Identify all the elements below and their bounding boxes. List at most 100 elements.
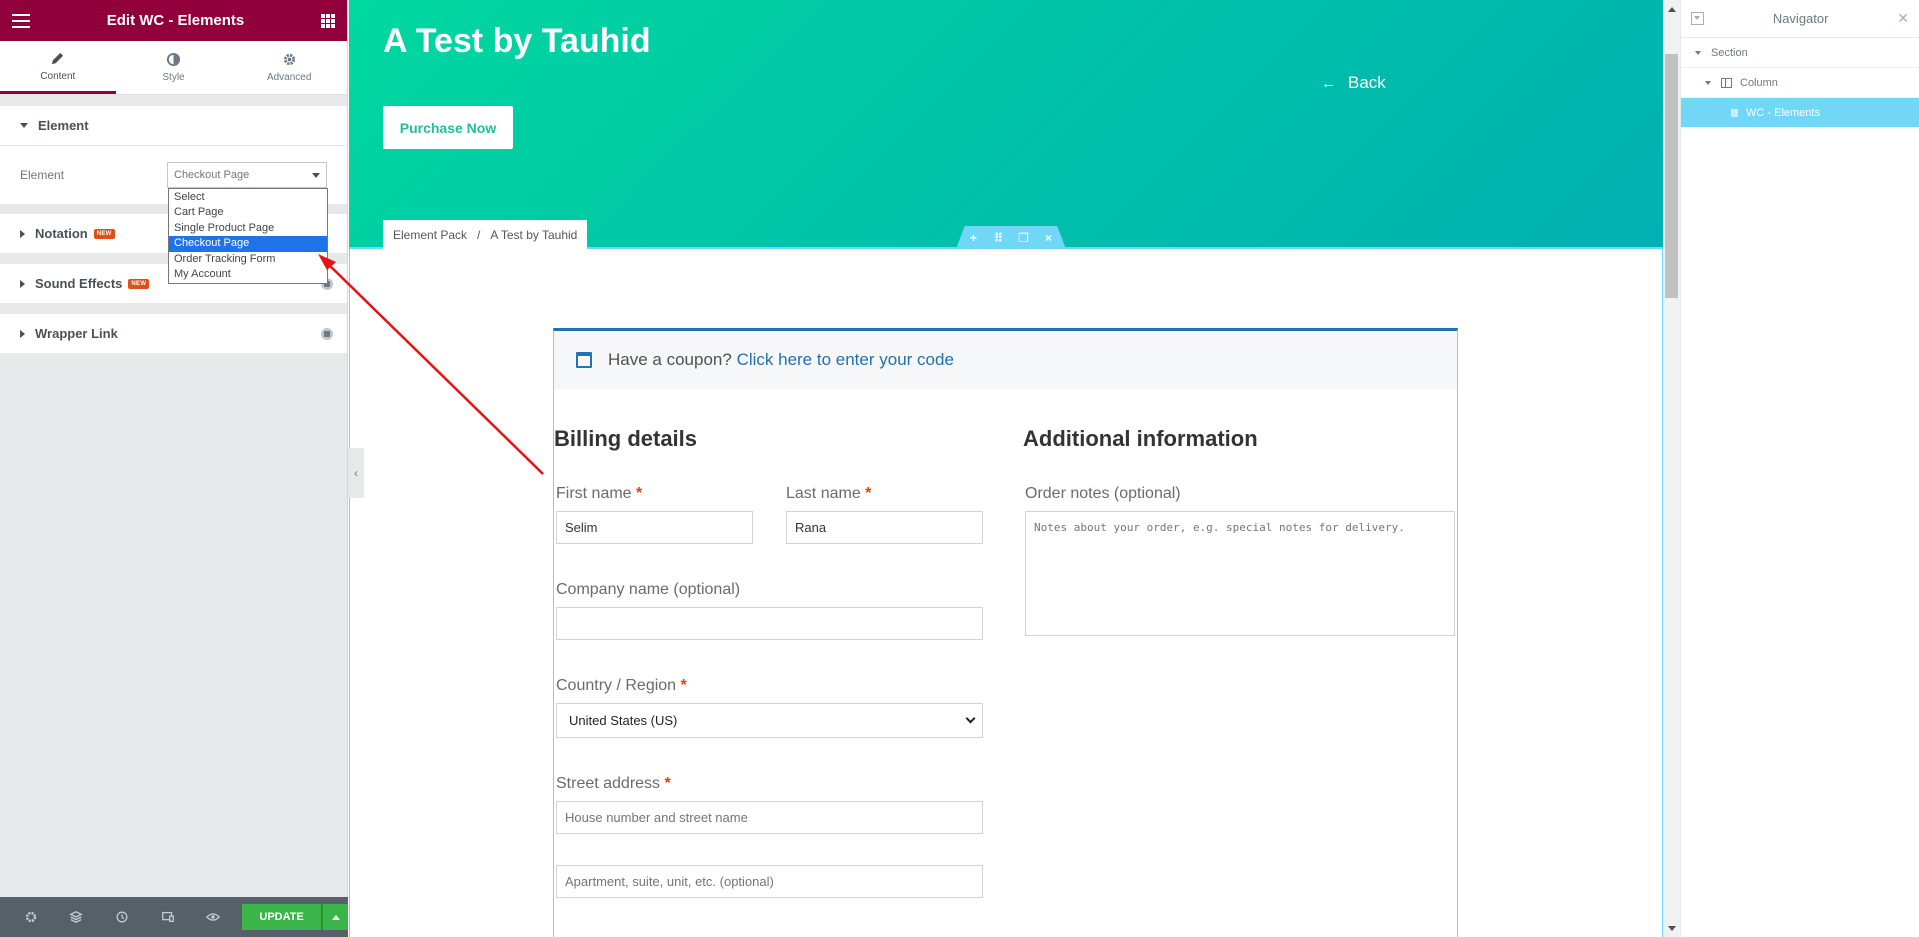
caret-up-icon xyxy=(331,914,340,920)
eye-icon xyxy=(206,913,221,921)
company-label: Company name (optional) xyxy=(556,581,741,598)
panel-tabs: Content Style Advanced xyxy=(0,41,347,95)
settings-button[interactable] xyxy=(8,897,54,937)
section-wrapper-link-label: Wrapper Link xyxy=(35,326,118,341)
last-name-input[interactable]: Rana xyxy=(786,511,983,544)
save-options-button[interactable] xyxy=(322,904,349,930)
last-name-label: Last name * xyxy=(786,485,872,502)
checkout-form: Have a coupon? Click here to enter your … xyxy=(553,328,1458,937)
close-icon[interactable]: × xyxy=(1041,231,1056,245)
column-icon xyxy=(1721,77,1732,88)
caret-down-icon xyxy=(20,123,28,128)
new-badge: NEW xyxy=(128,278,150,289)
preview-button[interactable] xyxy=(190,897,236,937)
panel-footer: UPDATE xyxy=(0,897,349,937)
caret-right-icon xyxy=(20,229,25,238)
section-element: Element xyxy=(0,106,347,146)
update-button[interactable]: UPDATE xyxy=(241,904,322,930)
billing-title: Billing details xyxy=(554,426,698,451)
hero-title: A Test by Tauhid xyxy=(383,22,651,60)
element-select-value: Checkout Page xyxy=(174,169,250,181)
coupon-text: Have a coupon? xyxy=(608,350,732,369)
back-link[interactable]: ← Back xyxy=(1321,73,1386,93)
widget-icon xyxy=(1731,108,1738,117)
coupon-link[interactable]: Click here to enter your code xyxy=(737,350,954,369)
country-label: Country / Region * xyxy=(556,677,687,694)
coupon-notice: Have a coupon? Click here to enter your … xyxy=(554,331,1457,389)
dropdown-option[interactable]: My Account xyxy=(169,267,327,282)
navigator-header: Navigator ✕ xyxy=(1681,0,1919,38)
navigator-item-column[interactable]: Column xyxy=(1681,68,1919,98)
panel-header: Edit WC - Elements xyxy=(0,0,347,41)
breadcrumb: Element Pack / A Test by Tauhid xyxy=(383,220,588,249)
collapse-all-icon[interactable] xyxy=(1691,12,1704,25)
navigator-item-label: Column xyxy=(1740,76,1778,89)
navigator-title: Navigator xyxy=(1772,11,1829,26)
element-control-label: Element xyxy=(20,168,65,182)
tab-advanced[interactable]: Advanced xyxy=(231,41,347,94)
new-badge: NEW xyxy=(93,228,115,239)
street-address-input[interactable]: House number and street name xyxy=(556,801,983,834)
editor-panel: Edit WC - Elements Content Style Advance… xyxy=(0,0,349,937)
caret-right-icon xyxy=(20,279,25,288)
add-icon[interactable]: + xyxy=(966,231,981,245)
tab-style[interactable]: Style xyxy=(116,41,232,94)
breadcrumb-separator: / xyxy=(477,227,481,242)
chevron-down-icon xyxy=(312,172,320,178)
navigator-item-wc-elements[interactable]: WC - Elements xyxy=(1681,98,1919,128)
layers-icon xyxy=(69,911,84,923)
scroll-up-icon[interactable] xyxy=(1668,7,1676,12)
preview-scrollbar[interactable] xyxy=(1663,0,1680,937)
section-wrapper-link-header[interactable]: Wrapper Link xyxy=(0,314,347,354)
arrow-left-icon: ← xyxy=(1321,74,1336,92)
navigator-item-section[interactable]: Section xyxy=(1681,38,1919,68)
element-select[interactable]: Checkout Page xyxy=(167,162,327,188)
history-button[interactable] xyxy=(99,897,145,937)
dropdown-option[interactable]: Cart Page xyxy=(169,205,327,220)
gear-icon xyxy=(283,53,295,66)
apartment-input[interactable]: Apartment, suite, unit, etc. (optional) xyxy=(556,865,983,898)
first-name-label: First name * xyxy=(556,485,643,502)
caret-right-icon xyxy=(20,329,25,338)
hero-section: A Test by Tauhid Purchase Now ← Back Ele… xyxy=(349,0,1663,249)
company-input[interactable] xyxy=(556,607,983,640)
tab-content[interactable]: Content xyxy=(0,41,116,94)
widgets-grid-icon[interactable] xyxy=(320,13,335,28)
responsive-button[interactable] xyxy=(145,897,191,937)
drag-handle-icon[interactable]: ⠿ xyxy=(991,231,1006,245)
history-icon xyxy=(116,911,128,923)
dropdown-option[interactable]: Checkout Page xyxy=(169,236,327,252)
pencil-icon xyxy=(52,52,64,64)
chevron-left-icon: ‹ xyxy=(354,466,358,480)
section-element-header[interactable]: Element xyxy=(0,106,347,146)
tab-content-label: Content xyxy=(40,70,76,82)
scroll-down-icon[interactable] xyxy=(1668,926,1676,931)
panel-title: Edit WC - Elements xyxy=(106,12,245,29)
preview-area: A Test by Tauhid Purchase Now ← Back Ele… xyxy=(349,0,1663,937)
order-notes-textarea[interactable]: Notes about your order, e.g. special not… xyxy=(1025,511,1455,636)
dropdown-option[interactable]: Select xyxy=(169,190,327,205)
caret-down-icon xyxy=(1705,80,1711,85)
country-select[interactable]: United States (US) xyxy=(556,703,983,738)
duplicate-icon[interactable]: ❐ xyxy=(1016,231,1031,245)
navigator-item-label: WC - Elements xyxy=(1746,106,1820,119)
navigator-item-label: Section xyxy=(1711,46,1748,59)
window-icon xyxy=(576,352,592,368)
dynamic-tag-icon xyxy=(321,327,333,340)
section-wrapper-link: Wrapper Link xyxy=(0,314,347,354)
collapse-panel-button[interactable]: ‹ xyxy=(348,448,364,498)
first-name-input[interactable]: Selim xyxy=(556,511,753,544)
dropdown-option[interactable]: Single Product Page xyxy=(169,221,327,236)
menu-icon[interactable] xyxy=(12,13,30,28)
tab-advanced-label: Advanced xyxy=(266,72,312,83)
scroll-thumb[interactable] xyxy=(1665,54,1678,298)
breadcrumb-item[interactable]: Element Pack xyxy=(393,228,467,242)
purchase-now-button[interactable]: Purchase Now xyxy=(383,106,513,149)
section-toolbar: + ⠿ ❐ × xyxy=(956,226,1066,249)
street-address-label: Street address * xyxy=(556,775,671,792)
chevron-down-icon xyxy=(965,713,976,724)
dropdown-option[interactable]: Order Tracking Form xyxy=(169,252,327,267)
close-icon[interactable]: ✕ xyxy=(1897,10,1909,27)
navigator-button[interactable] xyxy=(54,897,100,937)
section-element-label: Element xyxy=(38,118,89,133)
